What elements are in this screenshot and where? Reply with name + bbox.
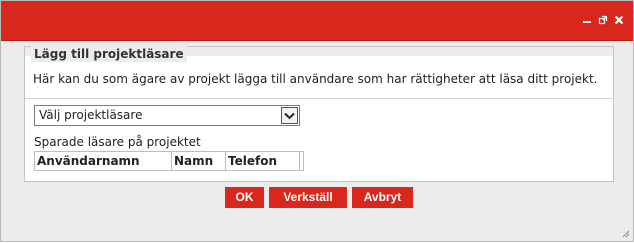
dialog: Lägg till projektläsare Här kan du som ä…	[0, 0, 634, 242]
column-header-phone[interactable]: Telefon	[225, 151, 300, 171]
project-reader-select-value: Välj projektläsare	[39, 108, 143, 122]
restore-icon[interactable]	[597, 14, 609, 26]
column-header-name[interactable]: Namn	[171, 151, 226, 171]
saved-readers-label: Sparade läsare på projektet	[34, 135, 201, 149]
close-icon[interactable]	[613, 14, 625, 26]
fieldset-legend: Lägg till projektläsare	[31, 46, 187, 62]
divider	[25, 98, 613, 99]
fieldset-description: Här kan du som ägare av projekt lägga ti…	[33, 72, 598, 86]
cancel-button[interactable]: Avbryt	[352, 187, 413, 208]
column-header-filler	[299, 151, 304, 171]
column-header-username[interactable]: Användarnamn	[34, 151, 172, 171]
saved-readers-table: Användarnamn Namn Telefon	[34, 151, 304, 171]
ok-button[interactable]: OK	[225, 187, 264, 208]
add-project-reader-fieldset: Lägg till projektläsare Här kan du som ä…	[24, 46, 614, 182]
project-reader-select[interactable]: Välj projektläsare	[34, 105, 300, 126]
resize-grip-icon[interactable]	[620, 228, 630, 238]
window-controls	[581, 14, 625, 26]
apply-button[interactable]: Verkställ	[269, 187, 347, 208]
chevron-down-icon[interactable]	[281, 107, 298, 124]
dialog-button-row: OK Verkställ Avbryt	[225, 187, 413, 208]
minimize-icon[interactable]	[581, 14, 593, 26]
dialog-titlebar[interactable]	[1, 1, 633, 41]
table-header-row: Användarnamn Namn Telefon	[34, 151, 304, 171]
